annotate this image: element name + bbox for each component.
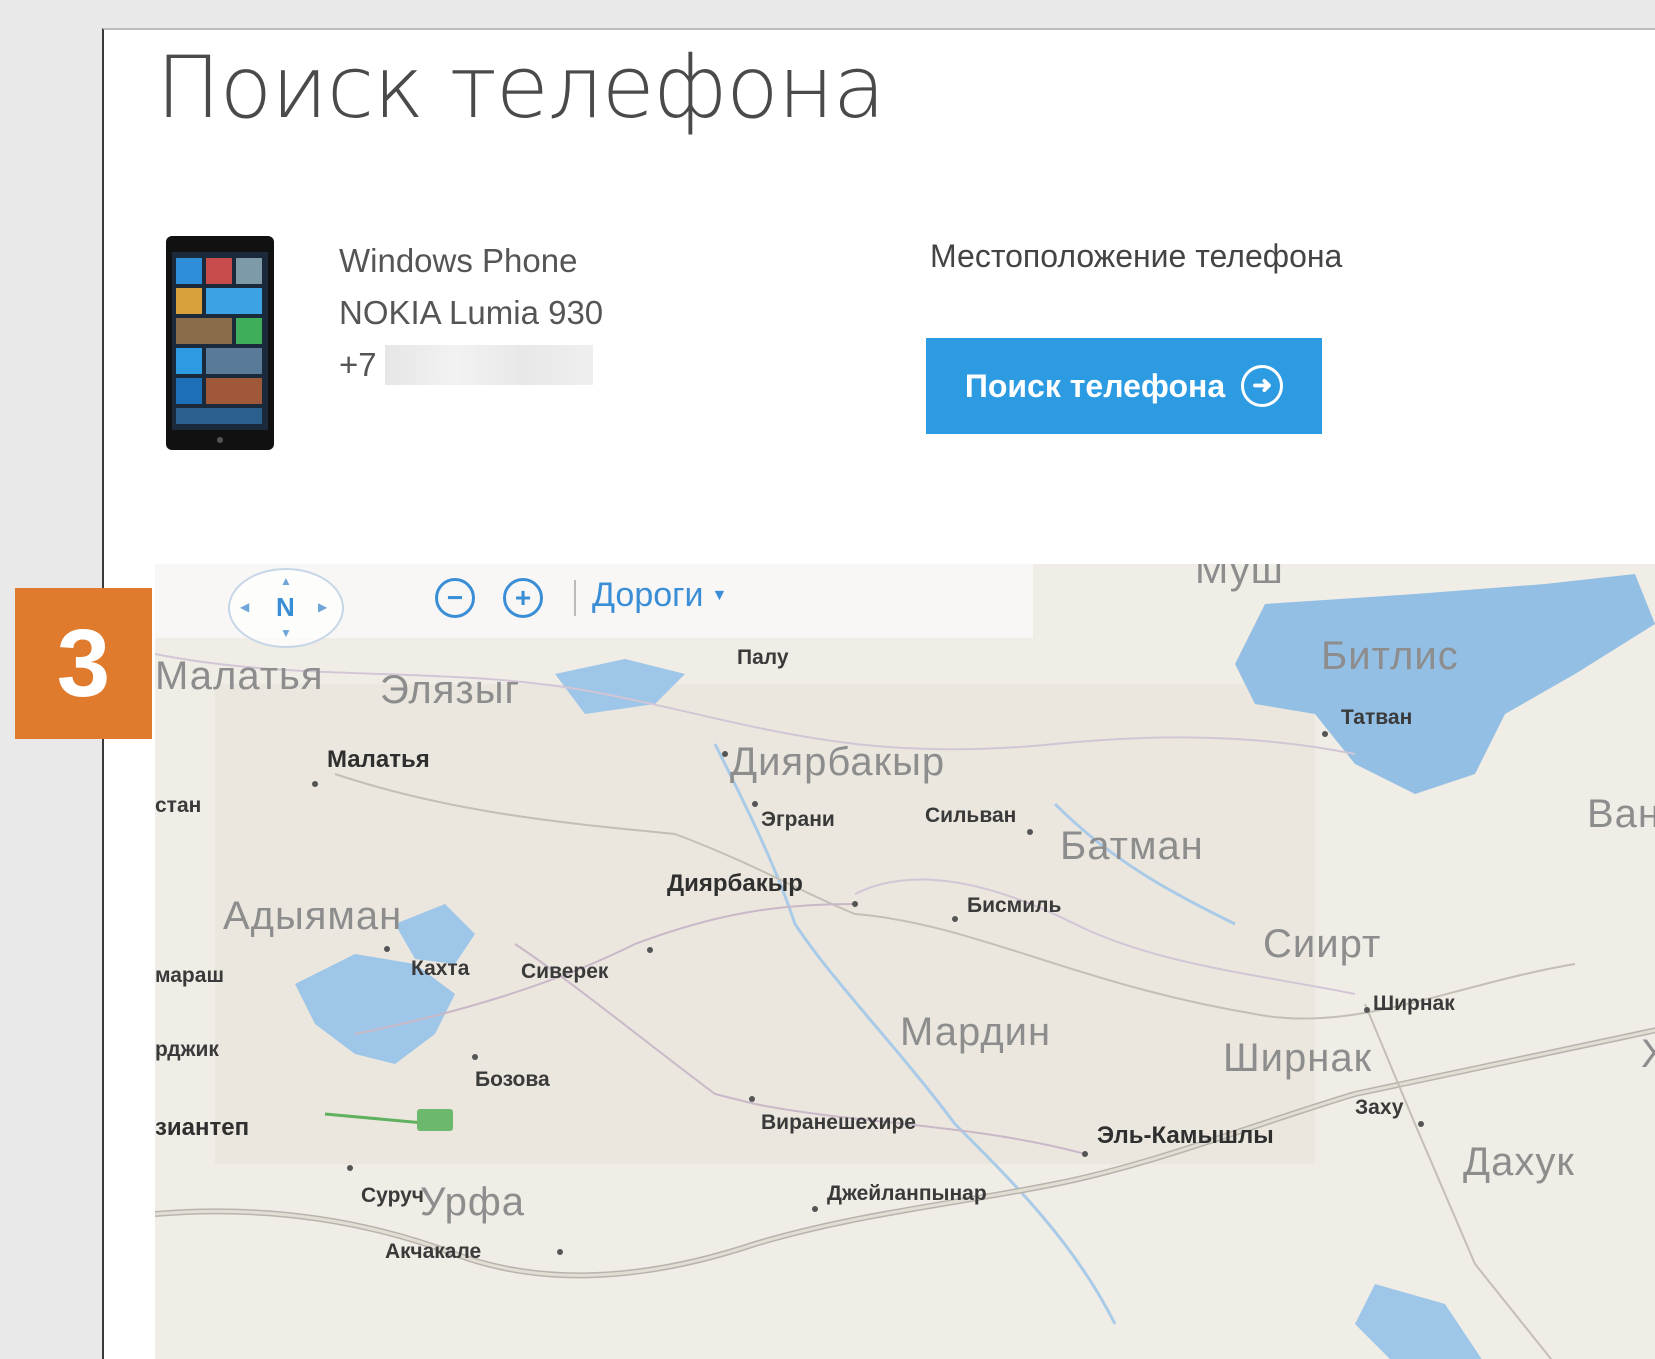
map-label-edge: зиантеп	[155, 1114, 250, 1141]
map-label-province: Битлис	[1321, 634, 1459, 678]
map-label-city: Бозова	[475, 1068, 550, 1091]
map-label-province: Малатья	[155, 654, 324, 698]
compass-control[interactable]: ▲ ◀ ▶ ▼ N	[228, 568, 344, 648]
map-label-province: Диярбакыр	[730, 740, 946, 784]
step-number-badge: 3	[15, 588, 152, 739]
map-label-city: Татван	[1341, 706, 1413, 729]
zoom-in-icon: +	[514, 582, 532, 613]
map-label-province: Ван	[1587, 792, 1655, 836]
compass-north-label: N	[276, 592, 295, 622]
device-model: NOKIA Lumia 930	[339, 294, 604, 331]
pan-right-icon[interactable]: ▶	[318, 600, 327, 614]
map-label-city: Бисмиль	[967, 894, 1062, 917]
map-label-city: Малатья	[327, 746, 430, 773]
map-label-province: Мардин	[900, 1010, 1052, 1054]
device-number-prefix: +7	[339, 346, 377, 383]
caret-down-icon: ▼	[711, 586, 728, 604]
map-label-city: Заху	[1355, 1096, 1404, 1119]
location-label: Местоположение телефона	[930, 238, 1343, 274]
arrow-right-circle-icon: ➜	[1241, 365, 1284, 407]
map-view[interactable]: Муш Битлис Ван Малатья Элязыг Диярбакыр …	[155, 564, 1655, 1359]
pan-down-icon[interactable]: ▼	[280, 626, 292, 640]
pan-up-icon[interactable]: ▲	[280, 574, 292, 588]
map-label-province: Дахук	[1463, 1140, 1575, 1184]
map-label-edge: мараш	[155, 964, 224, 987]
map-label-province: Элязыг	[380, 668, 521, 712]
map-label-province: Муш	[1195, 564, 1284, 592]
map-style-dropdown[interactable]: Дороги ▼	[592, 576, 727, 615]
map-label-city: Джейланпынар	[827, 1182, 987, 1205]
map-label-city: Сильван	[925, 804, 1017, 827]
device-info: Windows Phone NOKIA Lumia 930 +7	[339, 235, 603, 391]
page-title: Поиск телефона	[156, 38, 886, 138]
map-label-city: Виранешехире	[761, 1111, 916, 1134]
zoom-out-button[interactable]: −	[435, 578, 475, 618]
map-label-city: Диярбакыр	[667, 870, 803, 897]
map-label-city: Суруч	[361, 1184, 424, 1207]
map-label-province: Сиирт	[1263, 922, 1382, 966]
map-label-province: Адыяман	[223, 894, 403, 938]
pan-left-icon[interactable]: ◀	[240, 600, 249, 614]
map-label-city: Палу	[737, 646, 789, 669]
map-label-province: Батман	[1060, 824, 1204, 868]
map-label-city: Эграни	[761, 808, 835, 831]
map-label-city: Сиверек	[521, 960, 609, 983]
find-phone-button[interactable]: Поиск телефона ➜	[926, 338, 1322, 434]
zoom-in-button[interactable]: +	[503, 578, 543, 618]
redacted-number	[384, 345, 593, 385]
map-label-city: Эль-Камышлы	[1097, 1122, 1274, 1149]
map-label-province: Ширнак	[1223, 1036, 1373, 1080]
map-label-edge: рджик	[155, 1038, 219, 1061]
map-label-province: Урфа	[420, 1180, 526, 1224]
toolbar-divider	[574, 580, 576, 616]
device-number: +7	[339, 339, 603, 391]
map-label-city: Акчакале	[385, 1240, 482, 1263]
map-label-edge: стан	[155, 794, 202, 817]
find-phone-panel: Поиск телефона Windows Phone NOKIA Lumia…	[102, 28, 1655, 1359]
zoom-out-icon: −	[446, 582, 464, 613]
map-style-label: Дороги	[592, 576, 704, 614]
map-label-city: Кахта	[411, 957, 470, 980]
find-phone-button-label: Поиск телефона	[964, 367, 1226, 404]
map-label-edge: Ха	[1641, 1032, 1655, 1077]
map-toolbar: ▲ ◀ ▶ ▼ N − + Дороги ▼	[155, 564, 1033, 648]
map-label-city: Ширнак	[1373, 992, 1455, 1015]
phone-image	[166, 236, 274, 450]
device-brand: Windows Phone	[339, 242, 578, 279]
